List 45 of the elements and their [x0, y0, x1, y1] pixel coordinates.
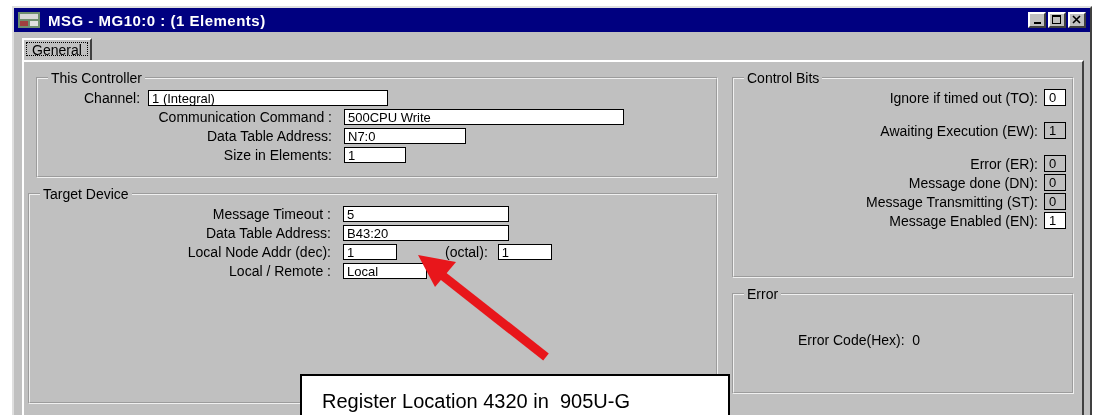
input-field[interactable]: Local — [343, 262, 427, 279]
error-code-text: Error Code(Hex): 0 — [798, 332, 921, 348]
field-label: Channel: — [83, 89, 142, 106]
input-field[interactable]: B43:20 — [343, 224, 509, 241]
bit-label: Message Transmitting (ST): — [866, 193, 1038, 210]
field-label: (octal): — [445, 243, 488, 260]
group-title: Target Device — [42, 186, 130, 202]
input-field[interactable]: 1 — [343, 243, 397, 260]
minimize-button[interactable] — [1028, 12, 1046, 28]
field-label: Size in Elements: — [222, 146, 333, 163]
field-label: Data Table Address: — [204, 224, 332, 241]
bit-field[interactable]: 1 — [1044, 212, 1066, 229]
tab[interactable]: General — [22, 38, 92, 60]
close-button[interactable] — [1068, 12, 1086, 28]
input-field[interactable]: 1 — [497, 243, 552, 260]
bit-field[interactable]: 0 — [1044, 89, 1066, 106]
bit-field[interactable]: 0 — [1044, 174, 1066, 191]
field-label: Message Timeout : — [211, 205, 332, 222]
close-icon — [1072, 15, 1082, 25]
input-field[interactable]: 1 — [344, 146, 406, 163]
group-title: Control Bits — [746, 70, 821, 86]
input-field[interactable]: N7:0 — [344, 127, 466, 144]
group-title: Error — [746, 286, 780, 302]
group-title: This Controller — [50, 70, 144, 86]
bit-label: Message Enabled (EN): — [889, 212, 1038, 229]
window-icon — [18, 12, 40, 28]
input-field[interactable]: 5 — [343, 205, 509, 222]
bit-label: Message done (DN): — [908, 174, 1038, 191]
input-field[interactable]: 1 (Integral) — [148, 89, 389, 106]
input-field[interactable]: 500CPU Write — [344, 108, 624, 125]
minimize-icon — [1033, 22, 1041, 24]
window-title: MSG - MG10:0 : (1 Elements) — [48, 11, 267, 29]
bit-label: Awaiting Execution (EW): — [880, 122, 1038, 139]
field-label: Communication Command : — [157, 108, 333, 125]
maximize-icon — [1052, 15, 1062, 25]
bit-field[interactable]: 1 — [1044, 122, 1066, 139]
field-label: Local Node Addr (dec): — [186, 243, 332, 260]
bit-field[interactable]: 0 — [1044, 155, 1066, 172]
bit-field[interactable]: 0 — [1044, 193, 1066, 210]
bit-label: Error (ER): — [970, 155, 1038, 172]
field-label: Data Table Address: — [205, 127, 333, 144]
bit-label: Ignore if timed out (TO): — [889, 89, 1038, 106]
callout-text: Register Location 4320 in 905U-G — [322, 390, 630, 412]
field-label: Local / Remote : — [228, 262, 332, 279]
maximize-button[interactable] — [1048, 12, 1066, 28]
